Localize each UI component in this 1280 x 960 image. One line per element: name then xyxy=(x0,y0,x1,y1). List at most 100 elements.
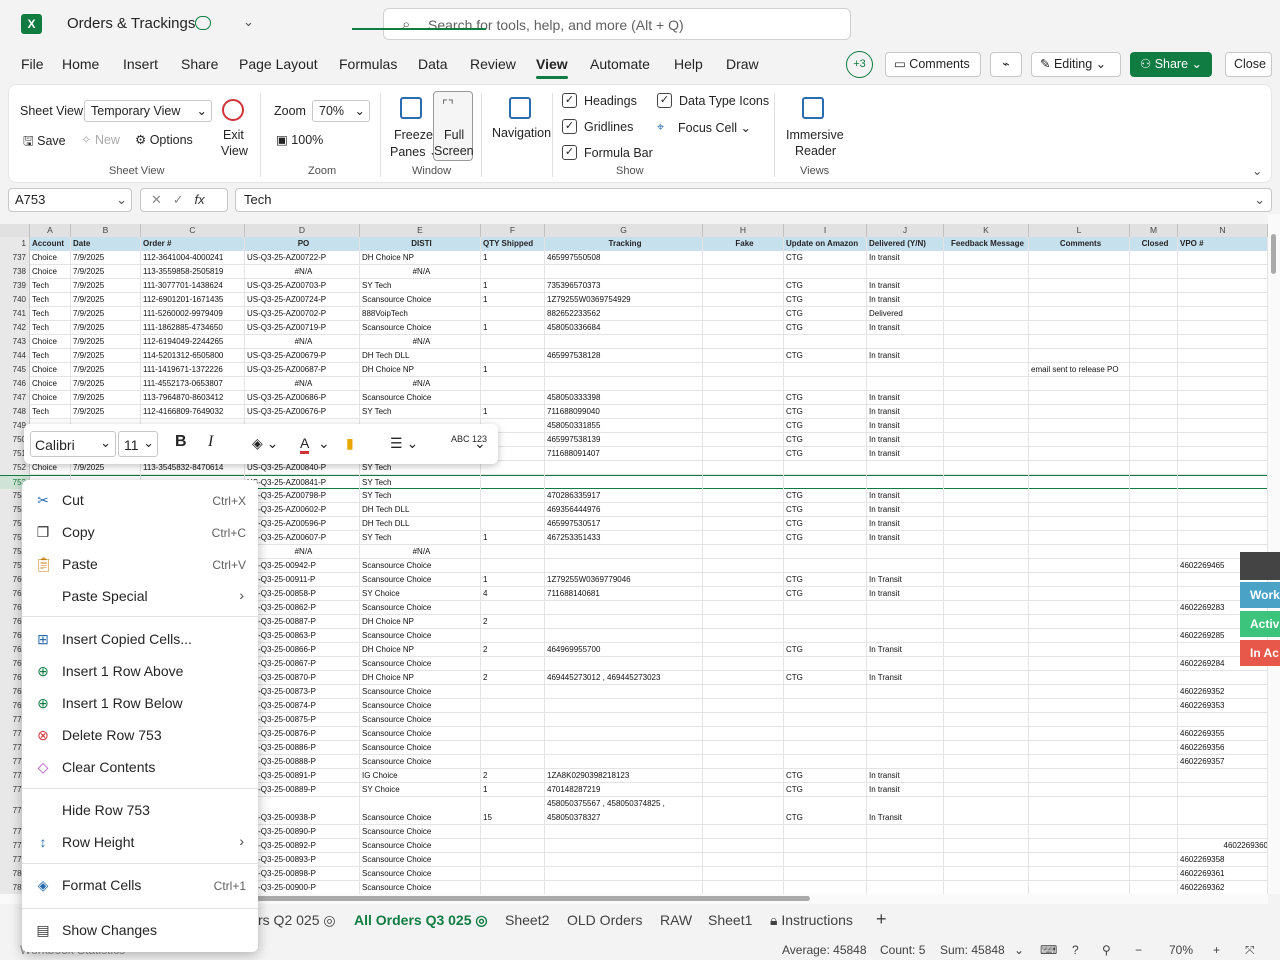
menu-insert[interactable]: Insert xyxy=(123,56,158,72)
table-cell[interactable]: 4602269355 xyxy=(1178,727,1268,741)
table-cell[interactable]: US-Q3-25-00858-P xyxy=(245,587,360,601)
freeze-panes-line1[interactable]: Freeze xyxy=(394,128,433,142)
number-format-button[interactable]: ABC 123 xyxy=(451,434,487,444)
table-cell[interactable]: CTG xyxy=(784,391,867,405)
table-cell[interactable]: In transit xyxy=(867,279,944,293)
table-cell[interactable]: US-Q3-25-AZ00687-P xyxy=(245,363,360,377)
table-cell[interactable]: US-Q3-25-AZ00607-P xyxy=(245,531,360,545)
table-cell[interactable]: CTG xyxy=(784,405,867,419)
table-cell[interactable]: 7/9/2025 xyxy=(71,251,141,265)
side-badge-work[interactable]: Work xyxy=(1240,582,1280,608)
zoom-in-icon[interactable]: + xyxy=(1213,943,1220,957)
table-cell[interactable]: Scansource Choice xyxy=(360,293,481,307)
table-cell[interactable]: DH Tech DLL xyxy=(360,349,481,363)
table-row[interactable]: 742 Tech 7/9/2025 111-1862885-4734650 US-Q3-… xyxy=(0,321,1268,335)
table-row[interactable]: 738 Choice 7/9/2025 113-3559858-2505819 #N/A… xyxy=(0,265,1268,279)
navigation-button[interactable]: Navigation xyxy=(492,126,551,140)
table-cell[interactable]: Scansource Choice xyxy=(360,559,481,573)
table-cell[interactable]: CTG xyxy=(784,433,867,447)
table-cell[interactable]: 112-3641004-4000241 xyxy=(141,251,245,265)
table-cell[interactable]: Scansource Choice xyxy=(360,825,481,839)
table-cell[interactable]: US-Q3-25-00870-P xyxy=(245,671,360,685)
row-number[interactable]: 739 xyxy=(0,279,30,293)
table-cell[interactable]: US-Q3-25-AZ00702-P xyxy=(245,307,360,321)
table-cell[interactable]: In transit xyxy=(867,391,944,405)
table-cell[interactable]: Scansource Choice xyxy=(360,713,481,727)
table-cell[interactable]: 2 xyxy=(481,769,545,783)
row-number[interactable]: 740 xyxy=(0,293,30,307)
table-cell[interactable]: US-Q3-25-AZ00679-P xyxy=(245,349,360,363)
row-number[interactable]: 745 xyxy=(0,363,30,377)
menu-page-layout[interactable]: Page Layout xyxy=(239,56,318,72)
table-cell[interactable]: US-Q3-25-00891-P xyxy=(245,769,360,783)
row-number[interactable]: 743 xyxy=(0,335,30,349)
table-cell[interactable]: US-Q3-25-00893-P xyxy=(245,853,360,867)
table-cell[interactable]: CTG xyxy=(784,447,867,461)
table-cell[interactable]: 2 xyxy=(481,671,545,685)
full-screen-line1[interactable]: Full xyxy=(444,128,464,142)
column-header-k[interactable]: K xyxy=(944,224,1029,237)
column-title[interactable]: Update on Amazon xyxy=(784,237,867,251)
table-cell[interactable]: CTG xyxy=(784,307,867,321)
table-cell[interactable]: In transit xyxy=(867,783,944,797)
table-cell[interactable]: 458050375567 , 458050374825 , 4580503783… xyxy=(545,797,703,825)
table-cell[interactable]: In transit xyxy=(867,321,944,335)
side-badge-inactive[interactable]: In Ac xyxy=(1240,640,1280,666)
table-cell[interactable]: CTG xyxy=(784,251,867,265)
menu-cut[interactable]: ✂ Cut Ctrl+X xyxy=(22,484,258,516)
table-cell[interactable]: 1 xyxy=(481,251,545,265)
table-cell[interactable]: Scansource Choice xyxy=(360,573,481,587)
table-cell[interactable]: Scansource Choice xyxy=(360,629,481,643)
table-cell[interactable]: Tech xyxy=(30,307,71,321)
table-cell[interactable]: #N/A xyxy=(360,265,481,279)
fit-icon[interactable]: ⤧ xyxy=(1245,943,1255,958)
table-cell[interactable]: In Transit xyxy=(867,573,944,587)
menu-help[interactable]: Help xyxy=(674,56,703,72)
immersive-reader-line2[interactable]: Reader xyxy=(795,144,836,158)
chevron-down-icon[interactable]: ⌄ xyxy=(243,14,254,30)
table-cell[interactable]: Choice xyxy=(30,363,71,377)
table-cell[interactable]: Scansource Choice xyxy=(360,699,481,713)
sheet-tab-sheet2[interactable]: Sheet2 xyxy=(505,912,549,928)
menu-hide-row[interactable]: Hide Row 753 xyxy=(22,794,258,826)
column-header-n[interactable]: N xyxy=(1178,224,1268,237)
activity-button[interactable]: ⌁ xyxy=(990,52,1022,77)
table-cell[interactable]: 470148287219 xyxy=(545,783,703,797)
scroll-thumb[interactable] xyxy=(255,896,810,901)
menu-clear-contents[interactable]: ◇ Clear Contents xyxy=(22,751,258,783)
table-cell[interactable]: CTG xyxy=(784,419,867,433)
table-cell[interactable]: Scansource Choice xyxy=(360,853,481,867)
table-cell[interactable]: US-Q3-25-00876-P xyxy=(245,727,360,741)
table-cell[interactable]: Scansource Choice xyxy=(360,741,481,755)
column-header-e[interactable]: E xyxy=(360,224,481,237)
menu-automate[interactable]: Automate xyxy=(590,56,650,72)
table-cell[interactable]: In transit xyxy=(867,531,944,545)
table-cell[interactable]: 2 xyxy=(481,615,545,629)
table-cell[interactable]: CTG xyxy=(784,517,867,531)
table-cell[interactable]: 7/9/2025 xyxy=(71,293,141,307)
zoom-dropdown[interactable]: 70% ⌄ xyxy=(312,100,370,122)
menu-draw[interactable]: Draw xyxy=(726,56,759,72)
zoom-100-button[interactable]: ▣ 100% xyxy=(276,132,323,147)
table-cell[interactable]: Tech xyxy=(30,349,71,363)
table-cell[interactable]: In transit xyxy=(867,433,944,447)
immersive-reader-line1[interactable]: Immersive xyxy=(786,128,844,142)
table-cell[interactable]: US-Q3-25-00886-P xyxy=(245,741,360,755)
table-cell[interactable]: 112-6901201-1671435 xyxy=(141,293,245,307)
gridlines-label[interactable]: Gridlines xyxy=(584,120,633,134)
table-cell[interactable]: email sent to release PO xyxy=(1029,363,1130,377)
table-row[interactable]: 744 Tech 7/9/2025 114-5201312-6505800 US-Q3-… xyxy=(0,349,1268,363)
table-cell[interactable]: In Transit xyxy=(867,797,944,825)
table-cell[interactable]: In transit xyxy=(867,503,944,517)
table-cell[interactable]: US-Q3-25-AZ00841-P xyxy=(245,476,360,490)
table-cell[interactable]: 458050333398 xyxy=(545,391,703,405)
cancel-icon[interactable]: ✕ xyxy=(151,192,162,207)
table-cell[interactable]: 4602269357 xyxy=(1178,755,1268,769)
table-cell[interactable]: US-Q3-25-AZ00602-P xyxy=(245,503,360,517)
table-cell[interactable]: DH Tech DLL xyxy=(360,503,481,517)
row-number[interactable]: 737 xyxy=(0,251,30,265)
menu-home[interactable]: Home xyxy=(62,56,99,72)
table-cell[interactable]: In transit xyxy=(867,405,944,419)
bold-button[interactable]: B xyxy=(175,433,187,451)
table-cell[interactable]: CTG xyxy=(784,503,867,517)
